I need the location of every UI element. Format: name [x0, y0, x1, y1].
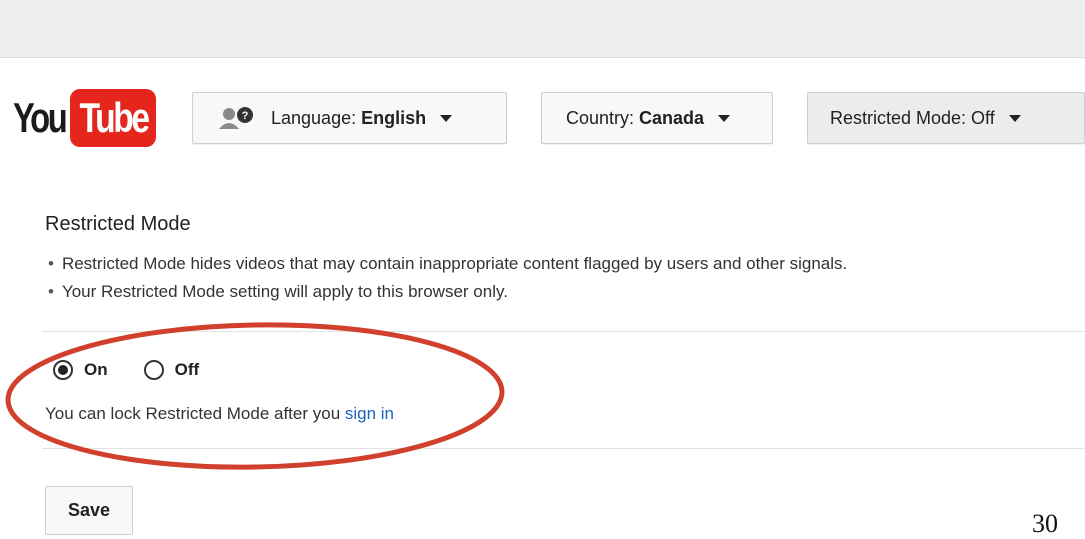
save-button[interactable]: Save: [45, 486, 133, 535]
radio-on[interactable]: [53, 360, 73, 380]
country-dropdown[interactable]: Country: Canada: [541, 92, 773, 144]
restricted-mode-info-list: Restricted Mode hides videos that may co…: [48, 250, 847, 306]
radio-on-label[interactable]: On: [84, 360, 108, 380]
logo-tube-text: Tube: [79, 94, 150, 141]
restricted-mode-dropdown[interactable]: Restricted Mode: Off: [807, 92, 1085, 144]
logo-you-text: You: [13, 94, 68, 141]
country-label: Country:: [566, 107, 635, 128]
svg-text:?: ?: [242, 110, 249, 122]
youtube-logo[interactable]: You Tube: [13, 89, 157, 147]
chevron-down-icon: [440, 114, 453, 122]
restricted-mode-dropdown-label: Restricted Mode: Off: [830, 107, 995, 128]
language-dropdown[interactable]: ? Language: English: [192, 92, 507, 144]
radio-off-label[interactable]: Off: [175, 360, 200, 380]
lock-text: You can lock Restricted Mode after you: [45, 404, 345, 423]
logo-tube-box: Tube: [70, 89, 157, 147]
restricted-mode-options: On Off: [53, 360, 235, 380]
divider: [42, 331, 1085, 332]
sign-in-link[interactable]: sign in: [345, 404, 394, 423]
language-icon: ?: [219, 106, 257, 130]
divider: [42, 448, 1085, 449]
country-value: Canada: [639, 107, 705, 128]
list-item: Your Restricted Mode setting will apply …: [48, 278, 847, 306]
language-label: Language:: [271, 107, 357, 128]
language-value: English: [361, 107, 427, 128]
chevron-down-icon: [1008, 114, 1021, 122]
browser-top-bar: [0, 0, 1085, 58]
radio-selected-dot: [58, 365, 68, 375]
restricted-mode-title: Restricted Mode: [45, 213, 191, 235]
list-item: Restricted Mode hides videos that may co…: [48, 250, 847, 278]
lock-restricted-mode-text: You can lock Restricted Mode after you s…: [45, 404, 394, 424]
chevron-down-icon: [718, 114, 731, 122]
radio-off[interactable]: [143, 360, 164, 380]
